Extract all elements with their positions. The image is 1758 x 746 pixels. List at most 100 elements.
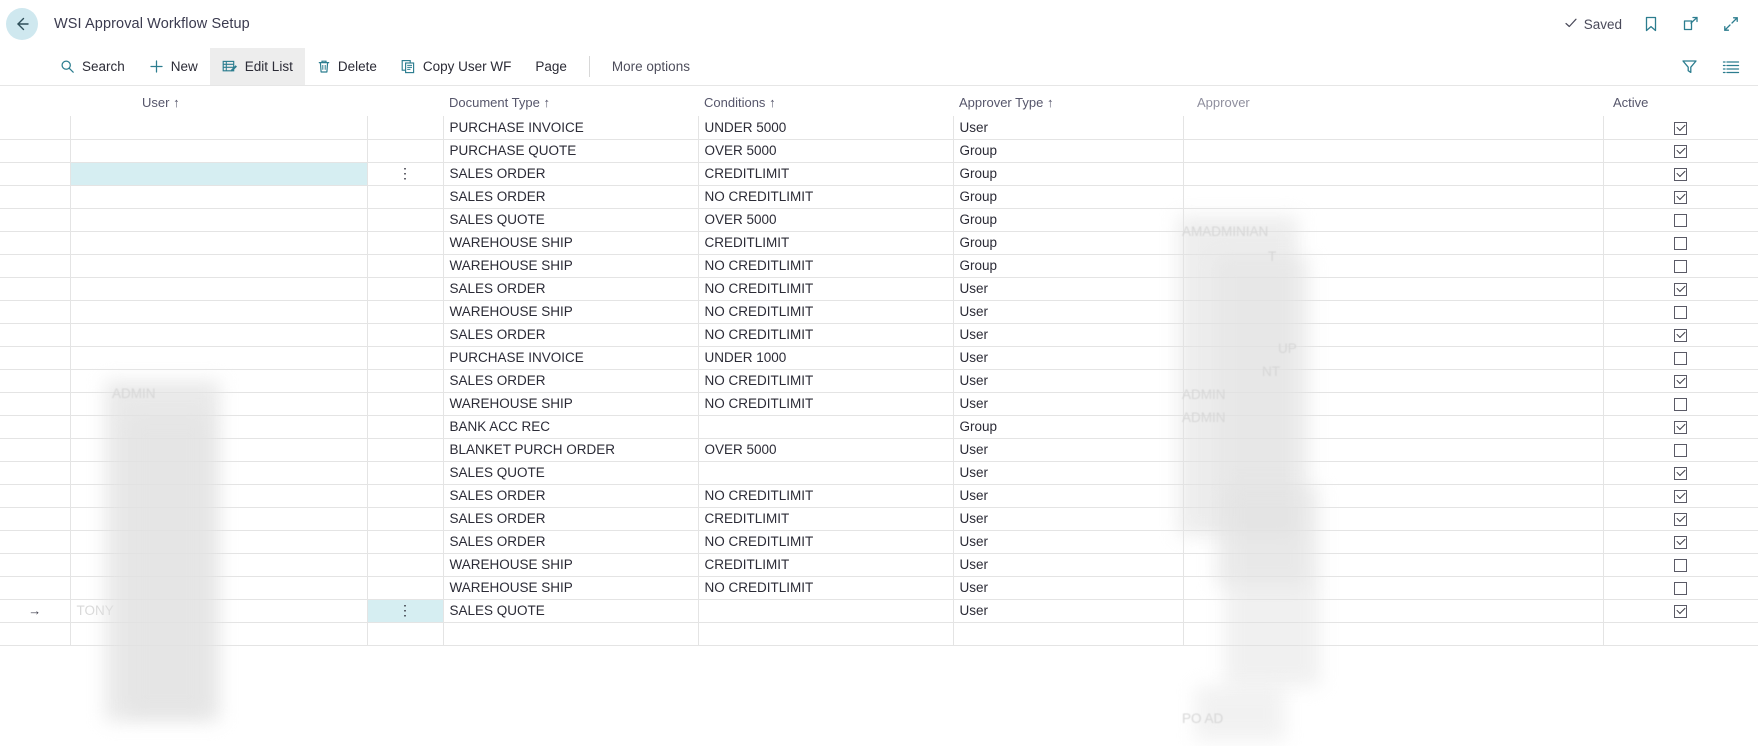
cell-document-type[interactable]: SALES ORDER bbox=[443, 185, 699, 209]
cell-conditions[interactable]: NO CREDITLIMIT bbox=[698, 530, 954, 554]
cell-approver[interactable] bbox=[1183, 300, 1604, 324]
page-button[interactable]: Page bbox=[523, 48, 579, 85]
cell-conditions[interactable]: CREDITLIMIT bbox=[698, 231, 954, 255]
checkbox-unchecked-icon[interactable] bbox=[1674, 305, 1687, 319]
cell-approver-type[interactable]: Group bbox=[953, 254, 1184, 278]
cell-user[interactable] bbox=[70, 507, 368, 531]
row-menu-cell[interactable] bbox=[367, 622, 444, 646]
cell-user[interactable] bbox=[70, 530, 368, 554]
row-menu-cell[interactable] bbox=[367, 116, 444, 140]
row-menu-cell[interactable] bbox=[367, 484, 444, 508]
table-row[interactable]: BANK ACC REC Group bbox=[0, 415, 1758, 439]
cell-approver-type[interactable]: Group bbox=[953, 231, 1184, 255]
cell-document-type[interactable]: SALES ORDER bbox=[443, 530, 699, 554]
row-menu-cell[interactable] bbox=[367, 185, 444, 209]
table-row[interactable]: WAREHOUSE SHIP CREDITLIMIT Group bbox=[0, 231, 1758, 255]
new-button[interactable]: New bbox=[137, 48, 210, 85]
table-row[interactable]: WAREHOUSE SHIP NO CREDITLIMIT Group bbox=[0, 254, 1758, 278]
cell-approver-type[interactable]: User bbox=[953, 438, 1184, 462]
cell-approver[interactable] bbox=[1183, 346, 1604, 370]
cell-user[interactable] bbox=[70, 185, 368, 209]
cell-approver[interactable] bbox=[1183, 553, 1604, 577]
back-button[interactable] bbox=[6, 8, 38, 40]
cell-conditions[interactable] bbox=[698, 415, 954, 439]
checkbox-unchecked-icon[interactable] bbox=[1674, 558, 1687, 572]
column-header-approver-type[interactable]: Approver Type ↑ bbox=[953, 86, 1183, 116]
cell-user[interactable] bbox=[70, 461, 368, 485]
cell-approver[interactable] bbox=[1183, 392, 1604, 416]
column-header-user[interactable]: User ↑ bbox=[70, 86, 367, 116]
cell-approver[interactable] bbox=[1183, 139, 1604, 163]
cell-document-type[interactable]: WAREHOUSE SHIP bbox=[443, 553, 699, 577]
cell-document-type[interactable]: SALES QUOTE bbox=[443, 461, 699, 485]
row-menu-cell[interactable] bbox=[367, 231, 444, 255]
column-header-conditions[interactable]: Conditions ↑ bbox=[698, 86, 953, 116]
cell-approver[interactable] bbox=[1183, 231, 1604, 255]
row-menu-cell[interactable] bbox=[367, 415, 444, 439]
cell-conditions[interactable] bbox=[698, 622, 954, 646]
table-row[interactable]: SALES ORDER NO CREDITLIMIT User bbox=[0, 530, 1758, 554]
row-menu-cell[interactable] bbox=[367, 208, 444, 232]
cell-document-type[interactable]: PURCHASE INVOICE bbox=[443, 116, 699, 140]
cell-approver[interactable] bbox=[1183, 185, 1604, 209]
checkbox-unchecked-icon[interactable] bbox=[1674, 236, 1687, 250]
row-menu-cell[interactable]: ⋮ bbox=[367, 599, 444, 623]
cell-conditions[interactable]: NO CREDITLIMIT bbox=[698, 185, 954, 209]
table-row[interactable]: WAREHOUSE SHIP NO CREDITLIMIT User bbox=[0, 576, 1758, 600]
cell-active[interactable] bbox=[1603, 484, 1758, 508]
cell-active[interactable] bbox=[1603, 116, 1758, 140]
table-row[interactable]: SALES ORDER NO CREDITLIMIT User bbox=[0, 484, 1758, 508]
row-menu-cell[interactable] bbox=[367, 323, 444, 347]
cell-user[interactable] bbox=[70, 162, 368, 186]
cell-approver[interactable] bbox=[1183, 484, 1604, 508]
cell-document-type[interactable]: PURCHASE INVOICE bbox=[443, 346, 699, 370]
row-menu-cell[interactable]: ⋮ bbox=[367, 162, 444, 186]
cell-document-type[interactable] bbox=[443, 622, 699, 646]
more-options-button[interactable]: More options bbox=[600, 48, 702, 85]
cell-approver-type[interactable]: Group bbox=[953, 208, 1184, 232]
checkbox-checked-icon[interactable] bbox=[1674, 144, 1687, 158]
cell-document-type[interactable]: SALES ORDER bbox=[443, 162, 699, 186]
table-row[interactable] bbox=[0, 622, 1758, 646]
cell-active[interactable] bbox=[1603, 323, 1758, 347]
cell-active[interactable] bbox=[1603, 208, 1758, 232]
cell-document-type[interactable]: BLANKET PURCH ORDER bbox=[443, 438, 699, 462]
search-button[interactable]: Search bbox=[48, 48, 137, 85]
cell-approver-type[interactable]: User bbox=[953, 323, 1184, 347]
row-menu-cell[interactable] bbox=[367, 553, 444, 577]
checkbox-checked-icon[interactable] bbox=[1674, 121, 1687, 135]
cell-active[interactable] bbox=[1603, 185, 1758, 209]
cell-approver-type[interactable]: User bbox=[953, 461, 1184, 485]
cell-conditions[interactable]: CREDITLIMIT bbox=[698, 507, 954, 531]
cell-approver-type[interactable]: User bbox=[953, 599, 1184, 623]
cell-approver-type[interactable]: Group bbox=[953, 185, 1184, 209]
cell-conditions[interactable] bbox=[698, 599, 954, 623]
cell-approver[interactable] bbox=[1183, 116, 1604, 140]
cell-conditions[interactable]: OVER 5000 bbox=[698, 438, 954, 462]
cell-active[interactable] bbox=[1603, 300, 1758, 324]
cell-active[interactable] bbox=[1603, 576, 1758, 600]
cell-user[interactable] bbox=[70, 254, 368, 278]
table-row[interactable]: SALES ORDER CREDITLIMIT User bbox=[0, 507, 1758, 531]
cell-document-type[interactable]: WAREHOUSE SHIP bbox=[443, 254, 699, 278]
cell-document-type[interactable]: SALES ORDER bbox=[443, 369, 699, 393]
filter-icon[interactable] bbox=[1678, 56, 1700, 78]
cell-active[interactable] bbox=[1603, 139, 1758, 163]
cell-approver-type[interactable]: User bbox=[953, 484, 1184, 508]
cell-approver[interactable] bbox=[1183, 162, 1604, 186]
list-lines-icon[interactable] bbox=[1720, 56, 1742, 78]
cell-user[interactable] bbox=[70, 139, 368, 163]
table-row[interactable]: SALES QUOTE User bbox=[0, 461, 1758, 485]
checkbox-unchecked-icon[interactable] bbox=[1674, 397, 1687, 411]
cell-conditions[interactable]: NO CREDITLIMIT bbox=[698, 576, 954, 600]
cell-approver-type[interactable]: Group bbox=[953, 139, 1184, 163]
cell-document-type[interactable]: PURCHASE QUOTE bbox=[443, 139, 699, 163]
cell-user[interactable] bbox=[70, 622, 368, 646]
checkbox-unchecked-icon[interactable] bbox=[1674, 581, 1687, 595]
table-row[interactable]: SALES ORDER NO CREDITLIMIT Group bbox=[0, 185, 1758, 209]
cell-user[interactable]: TONY bbox=[70, 599, 368, 623]
row-menu-icon[interactable]: ⋮ bbox=[398, 165, 412, 181]
cell-approver[interactable] bbox=[1183, 622, 1604, 646]
cell-document-type[interactable]: SALES QUOTE bbox=[443, 208, 699, 232]
cell-user[interactable] bbox=[70, 208, 368, 232]
